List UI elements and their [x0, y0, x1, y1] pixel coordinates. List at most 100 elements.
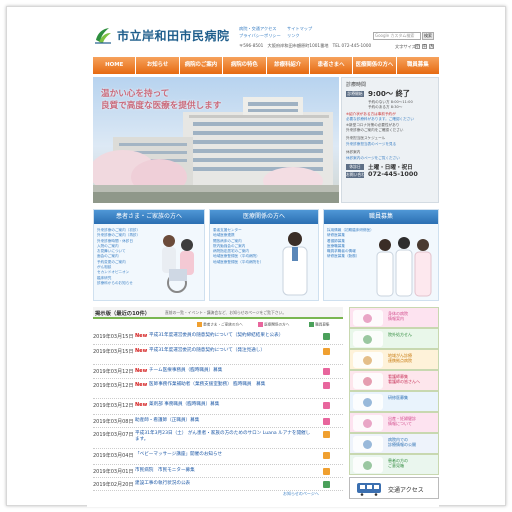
- notice-title-link[interactable]: 平成31年3月23日（土） がん患者・家族の方のためのサロン Luana ルアナ…: [135, 431, 313, 444]
- legend-recruit: 職員募集: [309, 322, 330, 328]
- side-banner[interactable]: 出産・妊婦健診 情報について: [349, 412, 439, 433]
- notice-date: 2019年03月12日: [93, 383, 134, 389]
- holiday-tag: 休診日: [346, 164, 364, 170]
- notice-row: 2019年03月07日 平成31年3月23日（土） がん患者・家族の方のためのサロ…: [93, 429, 343, 449]
- category-tag-icon: [323, 431, 330, 438]
- recruitment-link[interactable]: 研修医募集（勤務）: [327, 254, 374, 259]
- nav-recruitment[interactable]: 職員募集: [396, 57, 439, 74]
- notice-title-link[interactable]: 助産師・看護師（正職員）募集: [135, 418, 313, 424]
- side-banner[interactable]: 地域がん診療 連携拠点病院: [349, 349, 439, 370]
- font-size-medium-button[interactable]: 中: [422, 44, 427, 49]
- search-input[interactable]: Google カスタム検索: [373, 32, 421, 40]
- banner-text-line: 情報案内: [388, 316, 404, 321]
- side-banner[interactable]: 看護師募集 看護師の皆さんへ: [349, 370, 439, 391]
- category-tag-icon: [323, 333, 330, 340]
- medical-link[interactable]: 地域医療登録医（平均病院）: [213, 254, 263, 259]
- notice-title-link[interactable]: 「ベビーマッサージ講座」開催のお知らせ: [135, 452, 313, 458]
- category-tag-icon: [323, 348, 330, 355]
- new-badge: New: [135, 368, 148, 374]
- new-badge: New: [135, 382, 148, 388]
- new-badge: New: [135, 348, 148, 354]
- banner-text-line: 情報について: [388, 421, 412, 426]
- hours-panel: 診療時間 診療開始 9:00～ 終了 予約のない方 8:00～11:00 予約の…: [341, 77, 439, 203]
- notice-title-link[interactable]: チーム医療事務員（臨時職員）募集: [149, 368, 313, 374]
- notice-title-link[interactable]: 医師事務作業補助者（業務支援室勤務） 臨時職員 募集: [149, 382, 313, 388]
- legend-green-swatch: [309, 322, 314, 327]
- recruitment-category-title[interactable]: 職員募集: [324, 210, 438, 224]
- hospital-logo-icon[interactable]: [93, 25, 113, 45]
- patients-category-title[interactable]: 患者さま・ご家族の方へ: [94, 210, 204, 224]
- legend-orange-swatch: [197, 322, 202, 327]
- font-size-label: 文字サイズ: [395, 44, 416, 49]
- tel-tag: お問い合わせ: [346, 172, 364, 178]
- search-button[interactable]: 検索: [422, 32, 434, 40]
- banner-text-line: 連携拠点病院: [388, 358, 412, 363]
- font-size-small-button[interactable]: 小: [415, 44, 420, 49]
- access-banner[interactable]: 交通アクセス: [349, 477, 439, 499]
- notice-board-subtitle: 直前の一覧・イベント・講演会など、お知らせのページをご覧下さい。: [165, 310, 287, 315]
- tel-number[interactable]: 072-445-1000: [368, 170, 418, 178]
- legend-medical-label: 医療関係の方へ: [264, 322, 290, 327]
- banner-figure-icon: [363, 356, 372, 365]
- nav-features[interactable]: 病院の特色: [223, 57, 266, 74]
- hours-note-2: 予約のある方 8:30～: [368, 105, 403, 109]
- header-link-sitemap[interactable]: サイトマップ: [287, 26, 312, 32]
- banner-text: 患者の方の ご意見箱: [388, 458, 408, 468]
- notice-date: 2019年03月15日: [93, 334, 134, 340]
- nav-news[interactable]: お知らせ: [136, 57, 179, 74]
- nav-patients[interactable]: 患者さまへ: [309, 57, 353, 74]
- side-banner[interactable]: 身体の病院 情報案内: [349, 307, 439, 328]
- recruitment-category-box: 職員募集 採用情報（初期臨床研修医） 研修医募集 看護師募集 医療職募集 職員求…: [323, 209, 439, 301]
- banner-figure-icon: [363, 398, 372, 407]
- banner-text: 研修医募集: [388, 395, 408, 400]
- banner-text-line: 研修医募集: [388, 395, 408, 400]
- header-link-access[interactable]: 病院・交通アクセス: [239, 26, 276, 32]
- notice-row: 2019年03月08日 助産師・看護師（正職員）募集: [93, 416, 343, 428]
- notice-title-link[interactable]: 平成31年度運営委員の随意契約について（契約締結結果と公表）: [149, 333, 313, 339]
- font-size-large-button[interactable]: 大: [429, 44, 434, 49]
- patients-link[interactable]: 診療科からのお知らせ: [97, 281, 140, 286]
- nav-about[interactable]: 病院のご案内: [179, 57, 223, 74]
- banner-photo-icon: [353, 415, 383, 431]
- schedule-link[interactable]: 外来診療担当表のページを見る: [346, 142, 396, 147]
- header-link-links[interactable]: リンク: [287, 33, 300, 39]
- notice-title-link[interactable]: 平成31年度運営委託の随意契約について（発注見通し）: [149, 348, 313, 354]
- site-title[interactable]: 市立岸和田市民病院: [117, 27, 230, 44]
- notice-title-link[interactable]: 市民病院 市民モニター募集: [135, 468, 313, 474]
- banner-text: 出産・妊婦健診 情報について: [388, 416, 416, 426]
- patients-illustration-icon: [162, 235, 194, 293]
- notice-title-link[interactable]: 建設工事の執行状況の公表: [135, 481, 313, 487]
- hours-note-link[interactable]: 必要な診療科があります。ご確認ください: [346, 117, 414, 122]
- medical-link-list: 患者支援センター 地域医療連携 開放病床のご案内 院内勉強会のご案内 病院指定居…: [213, 228, 263, 265]
- nav-home[interactable]: HOME: [93, 57, 136, 74]
- banner-photo-icon: [353, 373, 383, 389]
- category-tag-icon: [323, 382, 330, 389]
- notice-row: 2019年03月15日 New 平成31年度運営委託の随意契約について（発注見通し）: [93, 346, 343, 365]
- side-banner[interactable]: 院外処方せん: [349, 328, 439, 349]
- legend-medical: 医療関係の方へ: [258, 322, 289, 328]
- banner-figure-icon: [363, 377, 372, 386]
- recruitment-link-list: 採用情報（初期臨床研修医） 研修医募集 看護師募集 医療職募集 職員求職者の情報…: [327, 228, 374, 260]
- medical-category-title[interactable]: 医療関係の方へ: [210, 210, 318, 224]
- medical-link[interactable]: 地域医療登録医（平均病院を）: [213, 260, 263, 265]
- notice-board-header: 掲示版（最近の10件） 直前の一覧・イベント・講演会など、お知らせのページをご覧…: [93, 307, 343, 319]
- side-banner[interactable]: 患者の方の ご意見箱: [349, 454, 439, 475]
- legend-patients: 患者さま・ご家族の方へ: [197, 322, 243, 328]
- banner-text: 院外処方せん: [388, 332, 412, 337]
- banner-figure-icon: [363, 440, 372, 449]
- notice-title-link[interactable]: 薬剤部 事務職員（臨時職員）募集: [149, 402, 313, 408]
- news-page-link[interactable]: お知らせのページへ: [283, 491, 319, 497]
- side-banner[interactable]: 病院内での 診療情報の公開: [349, 433, 439, 454]
- nav-medical-professionals[interactable]: 医療関係の方へ: [353, 57, 396, 74]
- header-link-privacy[interactable]: プライバシーポリシー: [239, 33, 281, 39]
- patients-link[interactable]: 外来診療のご案内（再診）: [97, 233, 140, 238]
- notice-date: 2019年03月12日: [93, 369, 134, 375]
- patients-category-box: 患者さま・ご家族の方へ 外来診療のご案内（初診） 外来診療のご案内（再診） 外来…: [93, 209, 205, 301]
- patients-link-list: 外来診療のご案内（初診） 外来診療のご案内（再診） 外来診療時間・休診日 入院の…: [97, 228, 140, 286]
- side-banner[interactable]: 研修医募集: [349, 391, 439, 412]
- category-tag-icon: [323, 402, 330, 409]
- nav-departments[interactable]: 診療科紹介: [266, 57, 309, 74]
- closed-link[interactable]: 休診案内のページをご覧ください: [346, 156, 400, 161]
- notice-row: 2019年03月01日 市民病院 市民モニター募集: [93, 466, 343, 478]
- banner-figure-icon: [363, 461, 372, 470]
